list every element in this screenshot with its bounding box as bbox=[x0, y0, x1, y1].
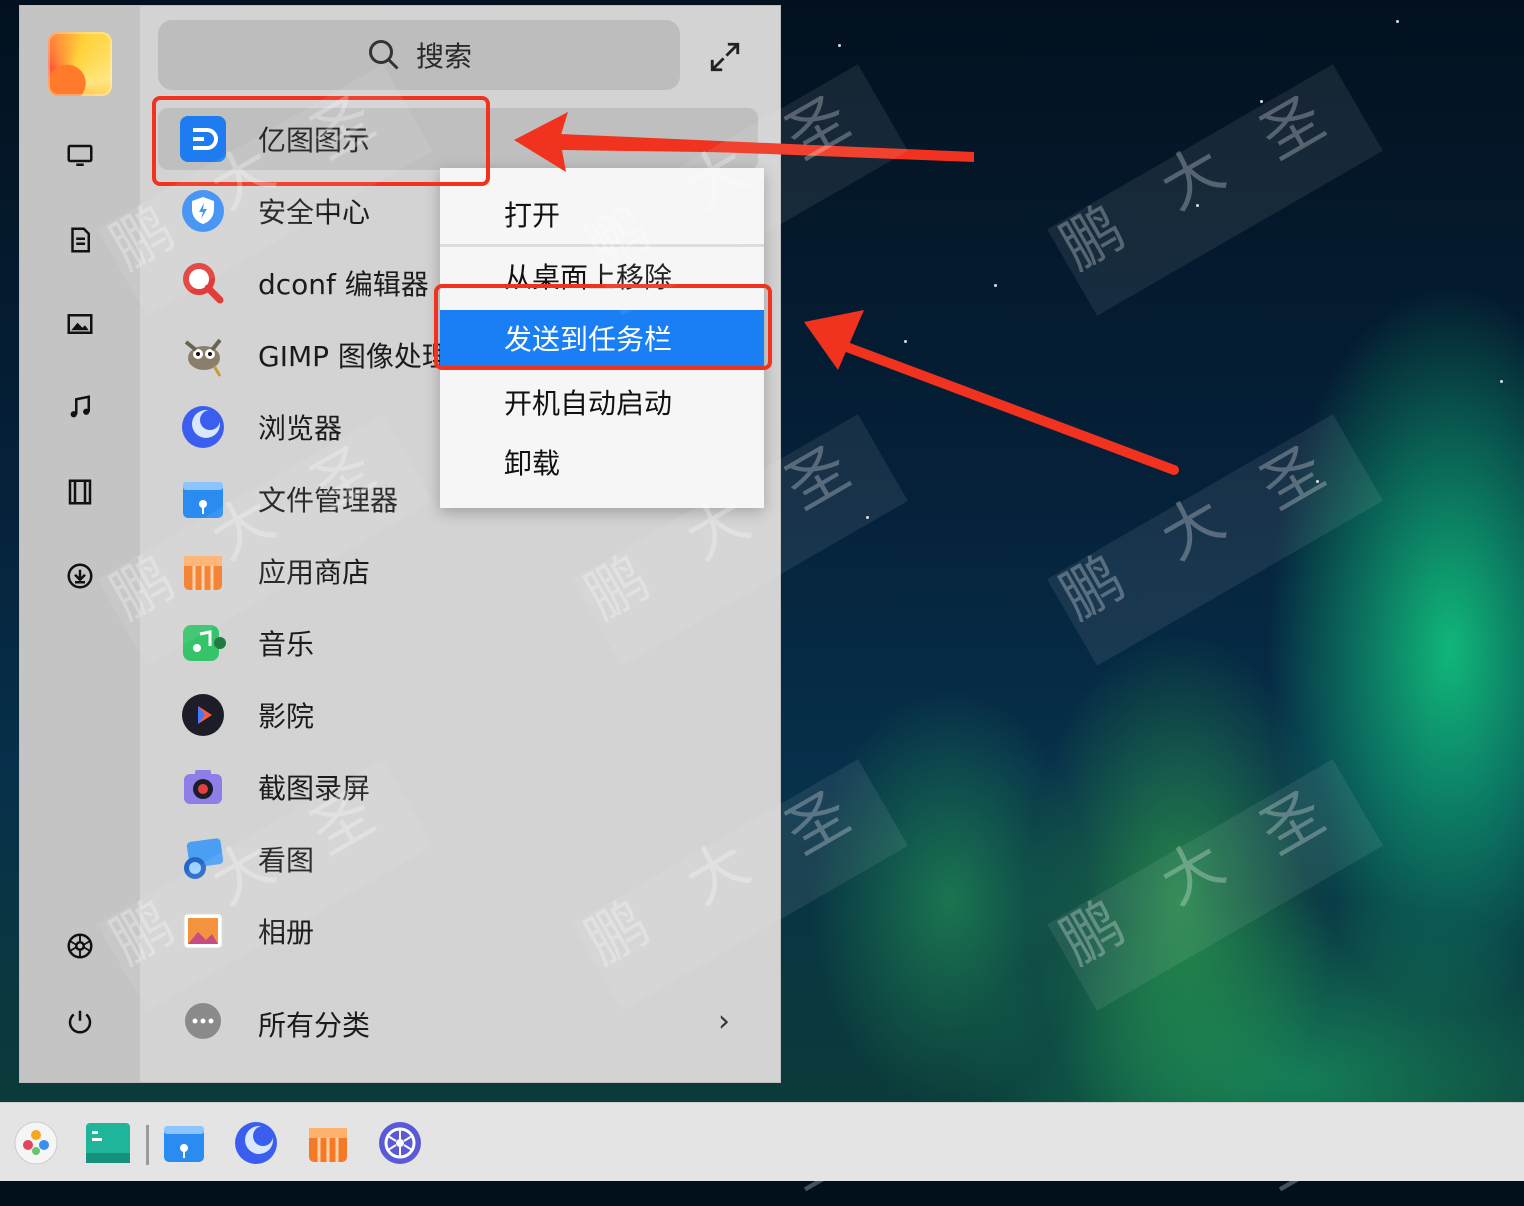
user-avatar[interactable] bbox=[48, 32, 112, 96]
search-input[interactable]: 搜索 bbox=[158, 20, 680, 90]
computer-icon[interactable] bbox=[64, 140, 96, 172]
launcher-icon[interactable] bbox=[12, 1119, 60, 1167]
menu-item-autostart[interactable]: 开机自动启动 bbox=[440, 374, 764, 430]
browser-icon bbox=[180, 404, 226, 450]
desktop-icon[interactable] bbox=[84, 1119, 132, 1167]
movie-icon bbox=[180, 692, 226, 738]
document-icon[interactable] bbox=[64, 224, 96, 256]
app-item-screenshot[interactable]: 截图录屏 bbox=[158, 756, 758, 818]
file-manager-icon[interactable] bbox=[160, 1119, 208, 1167]
download-icon[interactable] bbox=[64, 560, 96, 592]
pictures-icon[interactable] bbox=[64, 308, 96, 340]
more-dots-icon bbox=[180, 998, 226, 1044]
annotation-box-menu-item bbox=[434, 284, 772, 370]
all-categories-button[interactable]: 所有分类 › bbox=[158, 992, 758, 1054]
power-icon[interactable] bbox=[64, 1006, 96, 1038]
control-center-icon[interactable] bbox=[376, 1119, 424, 1167]
expand-fullscreen-icon[interactable] bbox=[708, 40, 742, 74]
app-store-icon[interactable] bbox=[304, 1119, 352, 1167]
browser-icon[interactable] bbox=[232, 1119, 280, 1167]
video-icon[interactable] bbox=[64, 476, 96, 508]
settings-icon[interactable] bbox=[64, 930, 96, 962]
search-placeholder: 搜索 bbox=[415, 40, 472, 73]
screenshot-icon bbox=[180, 764, 226, 810]
app-item-movie[interactable]: 影院 bbox=[158, 684, 758, 746]
gimp-icon bbox=[180, 332, 226, 378]
taskbar-separator bbox=[146, 1125, 149, 1165]
taskbar bbox=[0, 1102, 1524, 1181]
chevron-right-icon: › bbox=[718, 1004, 730, 1039]
music-note-icon[interactable] bbox=[64, 392, 96, 424]
